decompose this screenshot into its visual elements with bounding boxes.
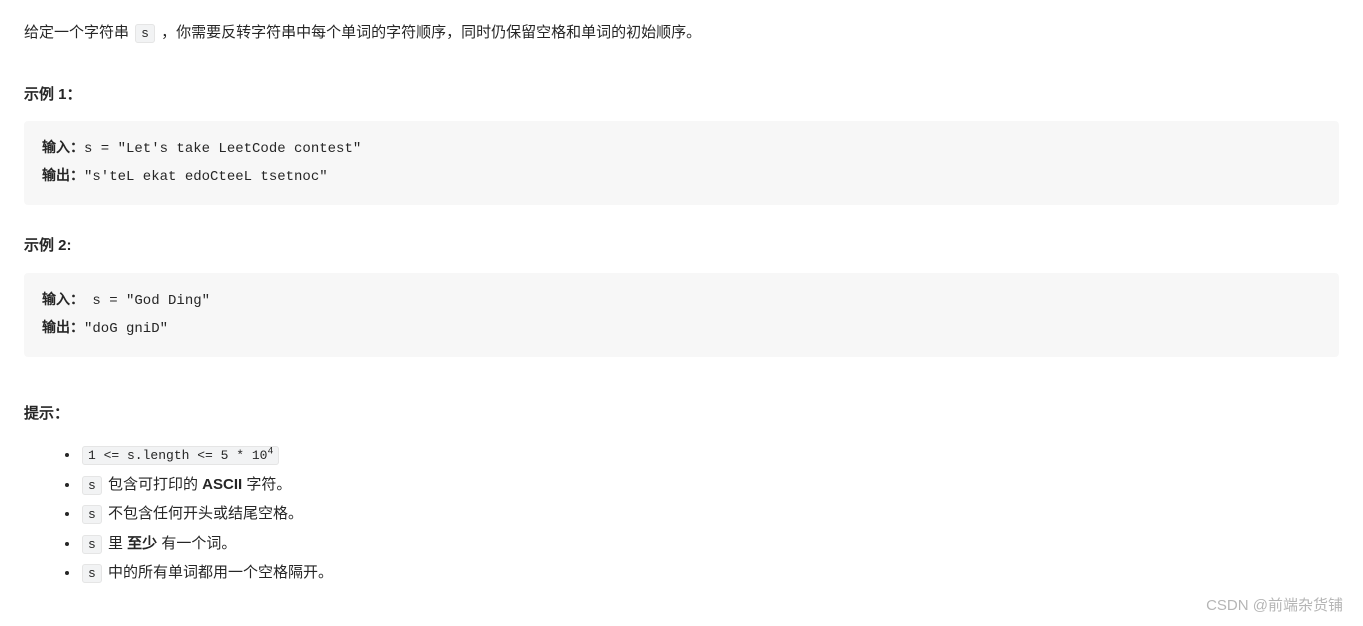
hint-2-text-after: 字符。 <box>242 476 291 493</box>
intro-prefix: 给定一个字符串 <box>24 24 133 41</box>
hint-2-code: s <box>82 476 102 495</box>
hint-1-code: 1 <= s.length <= 5 * 104 <box>82 446 279 465</box>
example-2-input-label: 输入： <box>42 293 84 309</box>
example-2-input-value: s = "God Ding" <box>84 293 210 309</box>
hint-3-text: 不包含任何开头或结尾空格。 <box>104 505 303 522</box>
example-1-input-value: s = "Let's take LeetCode contest" <box>84 141 361 157</box>
hint-2-text-before: 包含可打印的 <box>104 476 202 493</box>
hint-4-text-after: 有一个词。 <box>157 535 236 552</box>
example-2-output-label: 输出： <box>42 321 84 337</box>
example-1-block: 输入：s = "Let's take LeetCode contest" 输出：… <box>24 121 1339 205</box>
hints-heading: 提示： <box>24 401 1339 427</box>
hint-4-bold: 至少 <box>127 535 157 552</box>
hint-item-3: s 不包含任何开头或结尾空格。 <box>80 501 1339 527</box>
example-2-heading: 示例 2: <box>24 233 1339 259</box>
watermark: CSDN @前端杂货铺 <box>1206 593 1343 619</box>
hint-3-code: s <box>82 505 102 524</box>
hint-item-2: s 包含可打印的 ASCII 字符。 <box>80 472 1339 498</box>
example-2-output-value: "doG gniD" <box>84 321 168 337</box>
example-2-block: 输入： s = "God Ding" 输出："doG gniD" <box>24 273 1339 357</box>
intro-suffix: ，你需要反转字符串中每个单词的字符顺序，同时仍保留空格和单词的初始顺序。 <box>157 24 701 41</box>
example-1-heading: 示例 1： <box>24 82 1339 108</box>
intro-code-token: s <box>135 24 155 43</box>
hint-item-4: s 里 至少 有一个词。 <box>80 531 1339 557</box>
hint-5-code: s <box>82 564 102 583</box>
example-1-output-value: "s'teL ekat edoCteeL tsetnoc" <box>84 169 328 185</box>
hint-4-code: s <box>82 535 102 554</box>
hint-item-5: s 中的所有单词都用一个空格隔开。 <box>80 560 1339 586</box>
example-1-output-label: 输出： <box>42 169 84 185</box>
hint-item-1: 1 <= s.length <= 5 * 104 <box>80 442 1339 468</box>
example-1-input-label: 输入： <box>42 141 84 157</box>
hint-2-bold: ASCII <box>202 476 242 493</box>
hint-5-text: 中的所有单词都用一个空格隔开。 <box>104 564 333 581</box>
problem-description: 给定一个字符串 s ，你需要反转字符串中每个单词的字符顺序，同时仍保留空格和单词… <box>24 20 1339 46</box>
hints-list: 1 <= s.length <= 5 * 104 s 包含可打印的 ASCII … <box>24 442 1339 586</box>
hint-4-text-before: 里 <box>104 535 127 552</box>
